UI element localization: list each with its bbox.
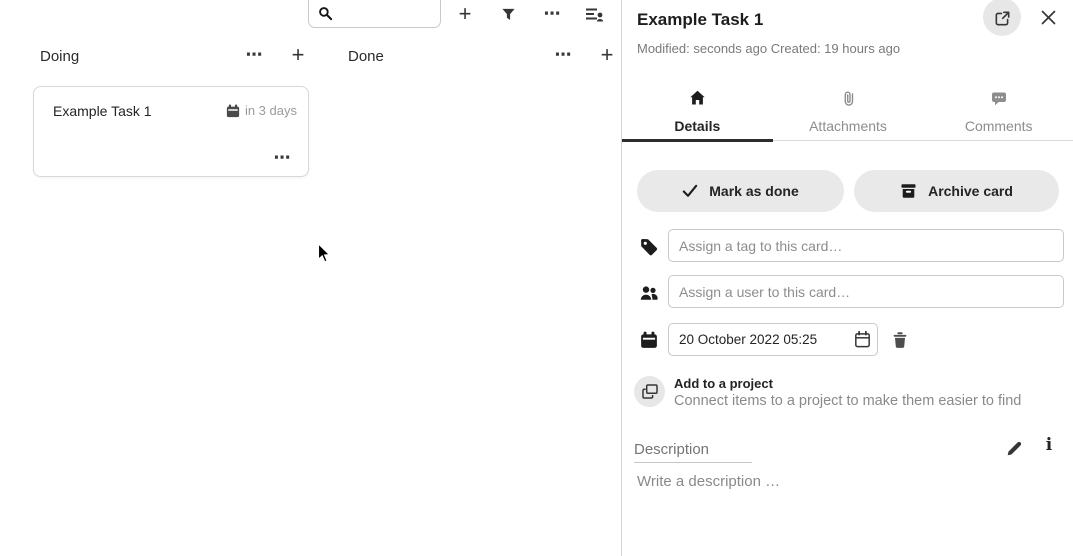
calendar-icon [226, 104, 240, 118]
board-add-button[interactable]: + [453, 2, 477, 26]
more-icon: ⋯ [544, 6, 561, 23]
mark-as-done-button[interactable]: Mark as done [637, 170, 844, 212]
due-in-label: in 3 days [245, 103, 297, 118]
search-input[interactable] [339, 1, 435, 25]
column-doing-menu-button[interactable]: ⋯ [242, 44, 266, 66]
detail-modified-created: Modified: seconds ago Created: 19 hours … [637, 41, 900, 56]
list-person-icon [586, 6, 604, 22]
external-link-icon [994, 10, 1011, 27]
filter-funnel-icon [501, 7, 516, 22]
detail-tabs: Details Attachments [622, 82, 1073, 141]
description-info-button[interactable]: i [1040, 433, 1058, 457]
trash-icon [892, 331, 908, 349]
description-placeholder-text[interactable]: Write a description … [637, 473, 780, 490]
kanban-app-window: + ⋯ Doing ⋯ + Done [0, 0, 1073, 556]
mouse-cursor [317, 243, 331, 264]
column-title-done: Done [348, 48, 384, 65]
edit-description-button[interactable] [1002, 436, 1026, 460]
more-icon: ⋯ [555, 47, 572, 64]
tag-icon [640, 238, 658, 256]
column-done-menu-button[interactable]: ⋯ [551, 44, 575, 66]
open-in-window-button[interactable] [983, 0, 1021, 36]
tab-attachments-label: Attachments [809, 118, 887, 134]
assignee-view-button[interactable] [583, 2, 607, 26]
due-date-field[interactable]: 20 October 2022 05:25 [668, 323, 878, 356]
tab-details-label: Details [674, 118, 720, 134]
card-detail-panel: Example Task 1 Modified: seconds ago Cre… [621, 0, 1073, 556]
tab-details[interactable]: Details [622, 82, 773, 140]
calendar-outline-icon [854, 331, 871, 348]
due-date-value: 20 October 2022 05:25 [679, 332, 847, 347]
more-icon: ⋯ [246, 47, 263, 64]
search-input-wrapper [308, 0, 441, 28]
column-title-doing: Doing [40, 48, 79, 65]
calendar-icon [640, 331, 658, 349]
comment-bubble-icon [991, 89, 1007, 107]
pencil-icon [1006, 440, 1023, 457]
archive-icon [900, 183, 917, 199]
task-card-due: in 3 days [226, 103, 297, 118]
add-to-project-title: Add to a project [674, 376, 773, 391]
remove-due-date-button[interactable] [888, 328, 912, 352]
close-panel-button[interactable] [1036, 6, 1060, 28]
filter-button[interactable] [496, 2, 520, 26]
detail-title: Example Task 1 [637, 10, 763, 30]
column-done-add-card-button[interactable]: + [595, 43, 619, 67]
close-icon [1041, 10, 1056, 25]
project-windows-icon [642, 384, 658, 399]
open-calendar-button[interactable] [847, 325, 877, 355]
archive-card-button[interactable]: Archive card [854, 170, 1059, 212]
task-card-title: Example Task 1 [53, 103, 152, 119]
column-doing-add-card-button[interactable]: + [286, 43, 310, 67]
plus-icon: + [459, 3, 472, 25]
board-menu-button[interactable]: ⋯ [540, 2, 564, 26]
task-card-menu-button[interactable]: ⋯ [270, 148, 294, 168]
users-icon [640, 284, 658, 302]
tab-attachments[interactable]: Attachments [773, 82, 924, 140]
board-area: + ⋯ Doing ⋯ + Done [0, 0, 621, 556]
more-icon: ⋯ [274, 150, 291, 167]
description-label: Description [634, 441, 709, 458]
assign-user-input[interactable] [668, 275, 1064, 308]
tab-comments-label: Comments [965, 118, 1033, 134]
tab-comments[interactable]: Comments [923, 82, 1073, 140]
add-to-project-subtitle: Connect items to a project to make them … [674, 393, 1021, 409]
task-card[interactable]: Example Task 1 in 3 days ⋯ [33, 86, 309, 177]
plus-icon: + [601, 44, 614, 66]
archive-card-label: Archive card [928, 183, 1013, 199]
search-icon [318, 6, 333, 21]
plus-icon: + [292, 44, 305, 66]
description-underline [634, 462, 752, 463]
paperclip-icon [842, 89, 855, 107]
check-icon [682, 184, 698, 198]
home-icon [689, 89, 706, 107]
info-icon: i [1046, 435, 1052, 455]
mark-as-done-label: Mark as done [709, 183, 798, 199]
assign-tag-input[interactable] [668, 229, 1064, 262]
add-to-project-button[interactable] [634, 376, 665, 407]
